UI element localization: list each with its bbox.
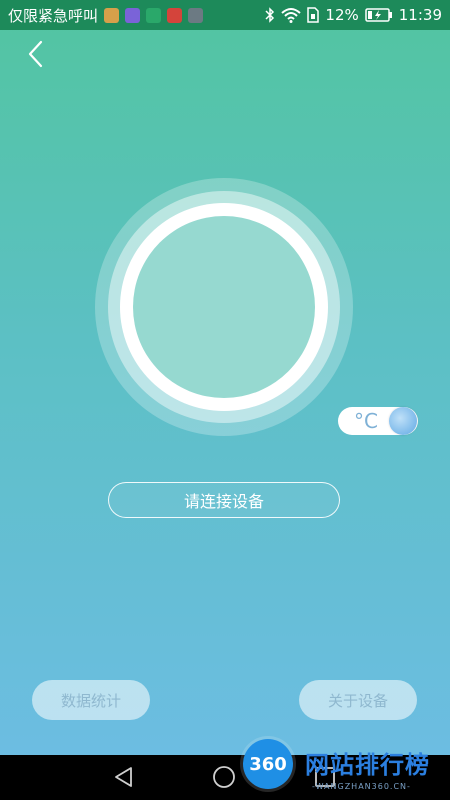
back-button[interactable] bbox=[20, 38, 50, 70]
browser-icon bbox=[146, 7, 162, 23]
music-icon bbox=[167, 7, 183, 23]
about-device-button[interactable]: 关于设备 bbox=[299, 680, 417, 720]
battery-charging-icon bbox=[365, 7, 393, 23]
battery-percent: 12% bbox=[325, 6, 359, 24]
watermark-title: 网站排行榜 bbox=[305, 751, 430, 779]
sim-icon bbox=[307, 7, 320, 23]
watermark-logo: 360 bbox=[243, 739, 293, 789]
bluetooth-icon bbox=[265, 7, 275, 23]
watermark-subtitle: -WANGZHAN360.CN- bbox=[312, 782, 411, 791]
unit-toggle[interactable]: °C bbox=[338, 407, 418, 435]
nav-home-icon[interactable] bbox=[212, 765, 236, 793]
temperature-gauge bbox=[95, 178, 353, 436]
gauge-center bbox=[133, 216, 315, 398]
gauge-ring-white bbox=[120, 203, 328, 411]
chevron-left-icon bbox=[28, 40, 43, 68]
toggle-knob bbox=[389, 407, 417, 435]
app-screen: 仅限紧急呼叫 12% 11:39 °C 请连接设备 数据统计 关于设备 bbox=[0, 0, 450, 755]
connect-device-button[interactable]: 请连接设备 bbox=[108, 482, 340, 518]
wifi-icon bbox=[281, 7, 302, 23]
clock: 11:39 bbox=[398, 6, 442, 24]
nav-back-icon[interactable] bbox=[112, 765, 136, 793]
carrier-text: 仅限紧急呼叫 bbox=[8, 6, 99, 25]
status-bar-left: 仅限紧急呼叫 bbox=[8, 5, 204, 26]
status-bar: 仅限紧急呼叫 12% 11:39 bbox=[0, 0, 450, 30]
data-statistics-button[interactable]: 数据统计 bbox=[32, 680, 150, 720]
gallery-icon bbox=[125, 7, 141, 23]
unit-label: °C bbox=[354, 409, 378, 433]
camera-icon bbox=[188, 7, 204, 23]
status-bar-right: 12% 11:39 bbox=[265, 6, 442, 24]
weather-icon bbox=[104, 7, 120, 23]
gauge-ring-middle bbox=[108, 191, 340, 423]
